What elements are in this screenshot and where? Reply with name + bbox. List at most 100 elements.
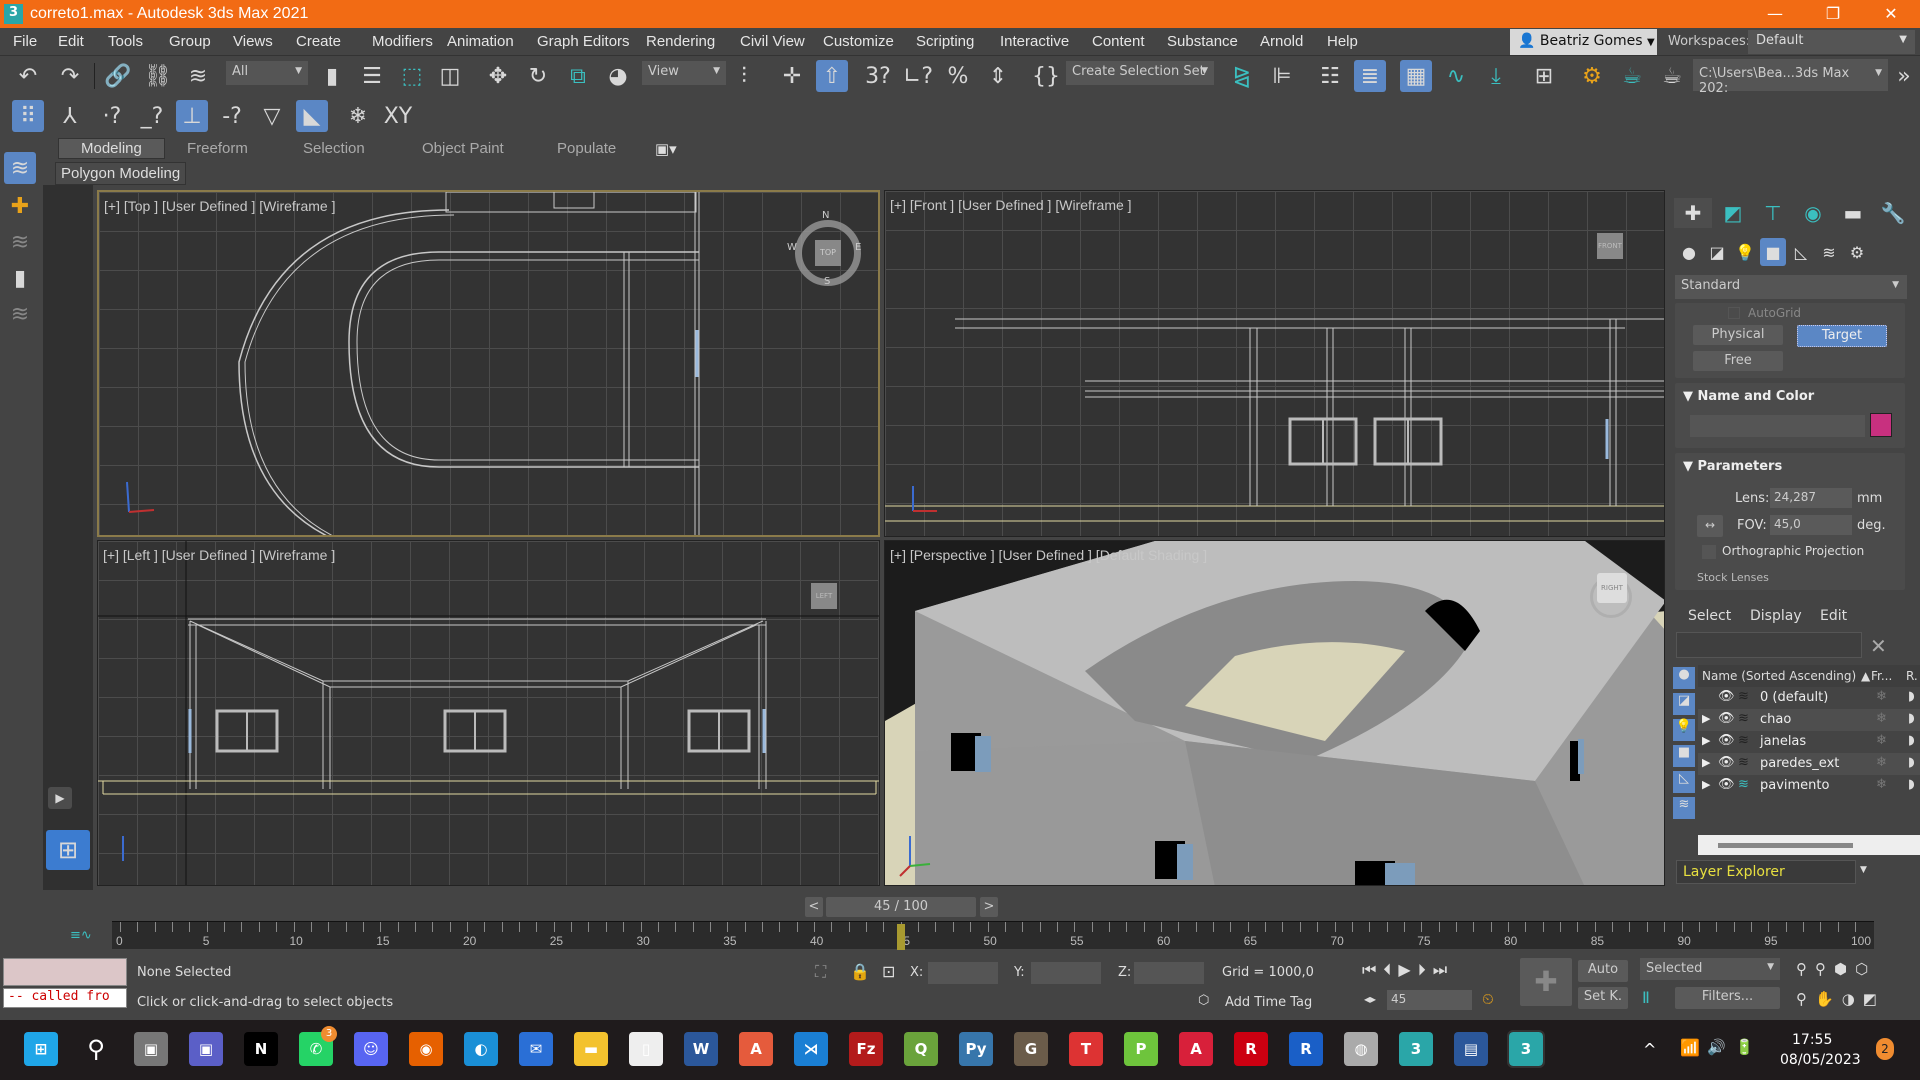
viewport-perspective[interactable]: [+] [Perspective ] [User Defined ] [Defa… xyxy=(884,540,1665,886)
next-key-icon[interactable]: ⏵ xyxy=(1418,960,1433,979)
ribbon-tab-selection[interactable]: Selection xyxy=(303,140,365,157)
cameras-icon[interactable]: ■ xyxy=(1760,238,1786,266)
y-coordinate-input[interactable] xyxy=(1031,962,1101,984)
absolute-mode-icon[interactable]: ⊡ xyxy=(882,962,895,981)
add-to-layer-icon[interactable]: ≋ xyxy=(4,226,36,258)
minimize-button[interactable]: — xyxy=(1746,0,1804,28)
select-place-icon[interactable]: ◕ xyxy=(602,60,634,92)
snaps-toggle-icon[interactable]: 3? xyxy=(862,60,894,92)
ribbon-options-icon[interactable]: ▣▾ xyxy=(655,140,677,158)
taskbar-app-netflix-icon[interactable]: N xyxy=(244,1032,278,1066)
timeline-track[interactable]: 0510152025303540455055606570758085909510… xyxy=(112,921,1874,950)
select-scale-icon[interactable]: ⧉ xyxy=(562,60,594,92)
viewcube-top[interactable]: TOP xyxy=(815,240,841,266)
window-crossing-icon[interactable]: ◫ xyxy=(434,60,466,92)
layer-stack-icon[interactable]: ≋ xyxy=(1738,733,1749,748)
explorer-menu-edit[interactable]: Edit xyxy=(1820,608,1847,624)
taskbar-app-pycharm-icon[interactable]: P xyxy=(1124,1032,1158,1066)
expand-triangle-icon[interactable]: ▶ xyxy=(1702,734,1710,747)
filter-cameras-icon[interactable]: ■ xyxy=(1673,745,1695,767)
layer-row[interactable]: ▶ 👁 ≋ paredes_ext ❄ ◗ xyxy=(1698,753,1920,775)
physical-camera-button[interactable]: Physical xyxy=(1693,325,1783,345)
viewport-left[interactable]: [+] [Left ] [User Defined ] [Wireframe ]… xyxy=(97,540,880,886)
modify-tab-icon[interactable]: ◩ xyxy=(1714,198,1752,228)
explorer-search-input[interactable] xyxy=(1676,632,1862,658)
maximize-viewport-icon[interactable]: ◩ xyxy=(1863,990,1885,1008)
volume-icon[interactable]: 🔊 xyxy=(1707,1038,1726,1056)
render-teapot-icon[interactable]: ◗ xyxy=(1908,777,1915,792)
viewport-label[interactable]: [+] [Front ] [User Defined ] [Wireframe … xyxy=(890,197,1132,213)
geometry-icon[interactable]: ● xyxy=(1676,238,1702,266)
taskbar-app-3dsmax-a-icon[interactable]: 3 xyxy=(1399,1032,1433,1066)
layer-name[interactable]: 0 (default) xyxy=(1760,690,1828,705)
notification-badge[interactable]: 2 xyxy=(1876,1038,1894,1060)
ribbon-tab-object-paint[interactable]: Object Paint xyxy=(422,140,504,157)
percent-snap-icon[interactable]: % xyxy=(942,60,974,92)
viewport-top[interactable]: [+] [Top ] [User Defined ] [Wireframe ] … xyxy=(97,190,880,537)
motion-tab-icon[interactable]: ◉ xyxy=(1794,198,1832,228)
midpoint-snap-icon[interactable]: -? xyxy=(216,100,248,132)
user-account-button[interactable]: 👤 Beatriz Gomes ▼ xyxy=(1510,29,1657,55)
freeze-snowflake-icon[interactable]: ❄ xyxy=(1876,755,1887,770)
taskbar-app-toolbox-icon[interactable]: T xyxy=(1069,1032,1103,1066)
previous-key-icon[interactable]: ⏴ xyxy=(1383,960,1398,979)
layer-stack-icon[interactable]: ≋ xyxy=(1738,777,1749,792)
menu-content[interactable]: Content xyxy=(1092,33,1145,50)
render-production-icon[interactable]: ☕ xyxy=(1656,60,1688,92)
taskbar-app-autocad-icon[interactable]: A xyxy=(1179,1032,1213,1066)
taskbar-app-gimp-icon[interactable]: G xyxy=(1014,1032,1048,1066)
render-teapot-icon[interactable]: ◗ xyxy=(1908,711,1915,726)
redo-icon[interactable]: ↷ xyxy=(54,60,86,92)
visibility-eye-icon[interactable]: 👁 xyxy=(1718,777,1735,792)
select-by-name-icon[interactable]: ☰ xyxy=(356,60,388,92)
rollout-title[interactable]: ▼ Name and Color xyxy=(1683,389,1814,404)
helpers-icon[interactable]: ◺ xyxy=(1788,238,1814,266)
taskbar-app-start-icon[interactable]: ⊞ xyxy=(24,1032,58,1066)
viewport-label[interactable]: [+] [Top ] [User Defined ] [Wireframe ] xyxy=(104,198,335,214)
grid-points-snap-icon[interactable]: ⠿ xyxy=(12,100,44,132)
undo-icon[interactable]: ↶ xyxy=(12,60,44,92)
polygon-modeling-panel[interactable]: Polygon Modeling xyxy=(55,162,187,185)
angle-snap-icon[interactable]: ∟? xyxy=(902,60,934,92)
menu-animation[interactable]: Animation xyxy=(447,33,514,50)
layer-row[interactable]: 👁 ≋ 0 (default) ❄ ◗ xyxy=(1698,687,1920,709)
chevron-down-icon[interactable]: ▼ xyxy=(1860,865,1867,875)
set-active-layer-icon[interactable]: ≋ xyxy=(4,298,36,330)
filter-geometry-icon[interactable]: ● xyxy=(1673,667,1695,689)
time-slider-handle[interactable] xyxy=(896,924,905,950)
fov-spinner[interactable]: 45,0 xyxy=(1770,515,1852,535)
display-tab-icon[interactable]: ▬ xyxy=(1834,198,1872,228)
add-time-tag[interactable]: Add Time Tag xyxy=(1225,995,1312,1010)
default-tangents-icon[interactable]: Ⅱ xyxy=(1642,988,1650,1007)
visibility-eye-icon[interactable]: 👁 xyxy=(1718,755,1735,770)
menu-civil-view[interactable]: Civil View xyxy=(740,33,805,50)
zoom-extents-all-icon[interactable]: ⬡ xyxy=(1855,960,1876,978)
visibility-eye-icon[interactable]: 👁 xyxy=(1718,689,1735,704)
ribbon-tab-populate[interactable]: Populate xyxy=(557,140,616,157)
filter-shapes-icon[interactable]: ◪ xyxy=(1673,693,1695,715)
orthographic-checkbox[interactable] xyxy=(1702,545,1716,559)
shapes-icon[interactable]: ◪ xyxy=(1704,238,1730,266)
scrollbar-thumb[interactable] xyxy=(1718,843,1853,848)
expand-triangle-icon[interactable]: ▶ xyxy=(1702,778,1710,791)
menu-arnold[interactable]: Arnold xyxy=(1260,33,1303,50)
vertex-snap-icon[interactable]: ·? xyxy=(96,100,128,132)
freeze-snowflake-icon[interactable]: ❄ xyxy=(1876,777,1887,792)
time-configuration-icon[interactable]: ⏲ xyxy=(1482,990,1494,1008)
close-button[interactable]: ✕ xyxy=(1862,0,1920,28)
viewport-layout-icon[interactable]: ⊞ xyxy=(46,830,90,870)
render-teapot-icon[interactable]: ◗ xyxy=(1908,733,1915,748)
visibility-eye-icon[interactable]: 👁 xyxy=(1718,733,1735,748)
menu-modifiers[interactable]: Modifiers xyxy=(372,33,433,50)
taskbar-app-python-icon[interactable]: Py xyxy=(959,1032,993,1066)
selection-filter-dropdown[interactable]: All ▼ xyxy=(226,61,308,85)
toggle-ribbon-icon[interactable]: ▦ xyxy=(1400,60,1432,92)
toggle-scene-explorer-icon[interactable]: ☷ xyxy=(1314,60,1346,92)
freeze-snowflake-icon[interactable]: ❄ xyxy=(1876,733,1887,748)
spinner-snap-icon[interactable]: ⇕ xyxy=(982,60,1014,92)
layer-stack-icon[interactable]: ≋ xyxy=(1738,711,1749,726)
column-header-frozen[interactable]: Fr... xyxy=(1871,669,1892,683)
show-hidden-icons[interactable]: ^ xyxy=(1643,1040,1656,1059)
taskbar-app-notepad-icon[interactable]: ▯ xyxy=(629,1032,663,1066)
column-header-render[interactable]: R. xyxy=(1906,669,1918,683)
